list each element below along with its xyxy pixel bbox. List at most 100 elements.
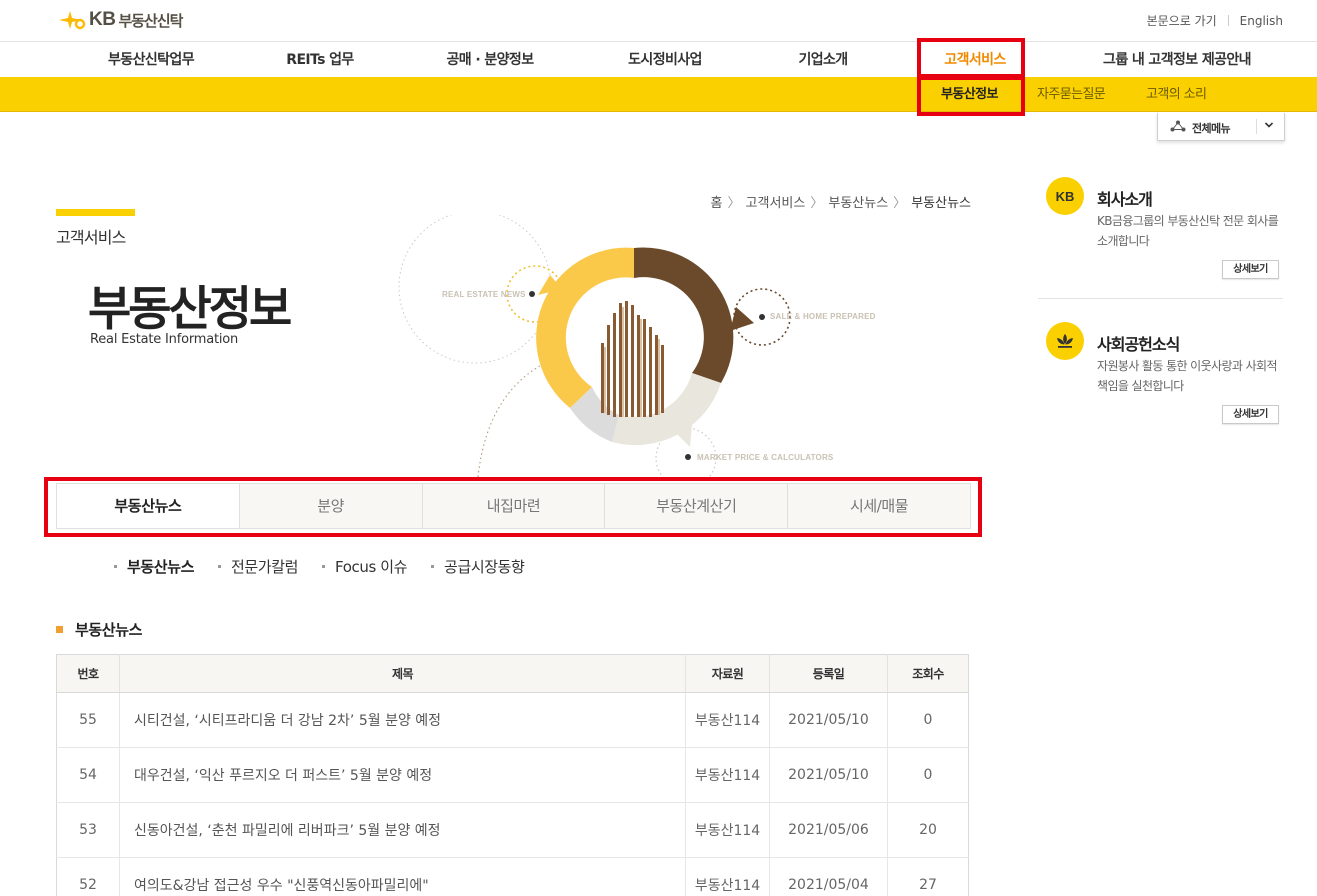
- subtab-focus-issue[interactable]: Focus 이슈: [322, 556, 407, 577]
- utility-links: 본문으로 가기 English: [1147, 12, 1283, 29]
- gnb-item-trust[interactable]: 부동산신탁업무: [108, 43, 195, 77]
- col-header-source: 자료원: [685, 654, 770, 693]
- square-bullet-icon: [56, 626, 63, 633]
- cell-views: 20: [887, 802, 969, 858]
- chevron-down-icon: [1264, 122, 1274, 128]
- all-menu-button[interactable]: 전체메뉴: [1157, 113, 1285, 141]
- cell-date: 2021/05/06: [769, 802, 888, 858]
- hero-illustration: REAL ESTATE NEWS SALE & HOME PREPARED MA…: [390, 210, 890, 489]
- subtab-label: 공급시장동향: [444, 558, 525, 576]
- subnav-item-faq[interactable]: 자주묻는질문: [1037, 77, 1106, 112]
- table-row: 53 신동아건설, ‘춘천 파밀리에 리버파크’ 5월 분양 예정 부동산114…: [56, 802, 969, 858]
- tab-presale[interactable]: 분양: [238, 484, 422, 528]
- subtab-expert-column[interactable]: 전문가칼럼: [218, 556, 298, 577]
- kb-logo[interactable]: KB 부동산신탁: [56, 9, 183, 31]
- kb-badge-text: KB: [1055, 188, 1075, 204]
- gnb-item-reits[interactable]: REITs 업무: [286, 43, 354, 77]
- gnb-item-customer-service[interactable]: 고객서비스: [944, 43, 1006, 77]
- bullet-icon: [322, 565, 326, 568]
- cell-subject-link[interactable]: 여의도&강남 접근성 우수 "신풍역신동아파밀리에": [119, 857, 686, 896]
- skip-to-content-link[interactable]: 본문으로 가기: [1147, 12, 1217, 29]
- building-ring-illustration: [398, 210, 791, 489]
- breadcrumb-separator-icon: 〉: [893, 196, 907, 211]
- visual-label-news: REAL ESTATE NEWS: [442, 290, 526, 299]
- content-tabs: 부동산뉴스 분양 내집마련 부동산계산기 시세/매물: [56, 483, 971, 529]
- tab-market-price[interactable]: 시세/매물: [787, 484, 970, 528]
- gnb-item-auction[interactable]: 공매 · 분양정보: [447, 43, 535, 77]
- logo-kb-text: KB: [89, 9, 116, 30]
- cell-views: 0: [887, 747, 969, 803]
- all-menu-divider: [1256, 119, 1257, 134]
- sub-nav: 부동산정보 자주묻는질문 고객의 소리: [0, 77, 1317, 112]
- table-row: 52 여의도&강남 접근성 우수 "신풍역신동아파밀리에" 부동산114 202…: [56, 857, 969, 896]
- cell-source: 부동산114: [685, 692, 770, 748]
- cell-number: 53: [56, 802, 120, 858]
- bullet-icon: [114, 565, 117, 568]
- kb-star-icon: [59, 11, 86, 30]
- gnb-item-urban[interactable]: 도시정비사업: [628, 43, 702, 77]
- tab-realestate-news[interactable]: 부동산뉴스: [57, 484, 239, 528]
- top-header: KB 부동산신탁 본문으로 가기 English: [0, 0, 1317, 42]
- col-header-subject: 제목: [119, 654, 686, 693]
- side-divider: [1038, 298, 1283, 299]
- col-header-date: 등록일: [769, 654, 888, 693]
- sub-tabs: 부동산뉴스 전문가칼럼 Focus 이슈 공급시장동향: [114, 556, 548, 577]
- subtab-label: Focus 이슈: [335, 558, 408, 576]
- bullet-icon: [431, 565, 435, 568]
- gnb-item-group-info[interactable]: 그룹 내 고객정보 제공안내: [1103, 43, 1252, 77]
- cell-subject-link[interactable]: 대우건설, ‘익산 푸르지오 더 퍼스트’ 5월 분양 예정: [119, 747, 686, 803]
- list-heading: 부동산뉴스: [56, 619, 142, 640]
- col-header-views: 조회수: [887, 654, 969, 693]
- section-label: 고객서비스: [56, 228, 126, 247]
- lotus-icon: [1046, 322, 1084, 360]
- tab-calculator[interactable]: 부동산계산기: [604, 484, 787, 528]
- table-row: 55 시티건설, ‘시티프라디움 더 강남 2차’ 5월 분양 예정 부동산11…: [56, 692, 969, 748]
- network-icon: [1170, 120, 1186, 132]
- side-desc-company: KB금융그룹의 부동산신탁 전문 회사를 소개합니다: [1097, 214, 1279, 248]
- global-nav: 부동산신탁업무 REITs 업무 공매 · 분양정보 도시정비사업 기업소개 고…: [0, 43, 1317, 77]
- subtab-label: 전문가칼럼: [231, 558, 299, 576]
- breadcrumb-customer-service[interactable]: 고객서비스: [746, 196, 806, 211]
- breadcrumb: 홈 〉 고객서비스 〉 부동산뉴스 〉 부동산뉴스: [711, 192, 971, 211]
- cell-views: 0: [887, 692, 969, 748]
- gnb-item-company[interactable]: 기업소개: [798, 43, 848, 77]
- tab-home-buying[interactable]: 내집마련: [421, 484, 605, 528]
- page-subtitle: Real Estate Information: [90, 332, 239, 347]
- social-detail-button[interactable]: 상세보기: [1222, 405, 1279, 424]
- english-link[interactable]: English: [1240, 14, 1283, 28]
- breadcrumb-separator-icon: 〉: [810, 196, 824, 211]
- subtab-news[interactable]: 부동산뉴스: [114, 556, 194, 577]
- cell-source: 부동산114: [685, 857, 770, 896]
- cell-source: 부동산114: [685, 747, 770, 803]
- visual-label-sale: SALE & HOME PREPARED: [770, 312, 876, 321]
- breadcrumb-separator-icon: 〉: [727, 196, 741, 211]
- cell-views: 27: [887, 857, 969, 896]
- lotus-glyph: [1057, 334, 1073, 348]
- bullet-icon: [218, 565, 222, 568]
- news-table: 번호 제목 자료원 등록일 조회수 55 시티건설, ‘시티프라디움 더 강남 …: [56, 654, 969, 896]
- title-accent-bar: [56, 209, 135, 216]
- side-title-social: 사회공헌소식: [1097, 335, 1180, 354]
- cell-number: 52: [56, 857, 120, 896]
- cell-number: 54: [56, 747, 120, 803]
- cell-date: 2021/05/10: [769, 747, 888, 803]
- cell-subject-link[interactable]: 신동아건설, ‘춘천 파밀리에 리버파크’ 5월 분양 예정: [119, 802, 686, 858]
- company-detail-button[interactable]: 상세보기: [1222, 260, 1279, 279]
- visual-label-market: MARKET PRICE & CALCULATORS: [697, 453, 834, 462]
- cell-number: 55: [56, 692, 120, 748]
- subnav-item-voice[interactable]: 고객의 소리: [1146, 77, 1207, 112]
- subtab-supply-trend[interactable]: 공급시장동향: [431, 556, 525, 577]
- breadcrumb-home[interactable]: 홈: [711, 196, 723, 211]
- table-header-row: 번호 제목 자료원 등록일 조회수: [56, 654, 969, 693]
- list-title: 부동산뉴스: [75, 621, 143, 639]
- side-company-intro: KB 회사소개 KB금융그룹의 부동산신탁 전문 회사를 소개합니다 상세보기: [1046, 177, 1282, 287]
- subtab-label: 부동산뉴스: [127, 558, 195, 576]
- subnav-item-realestate-info[interactable]: 부동산정보: [941, 77, 998, 112]
- breadcrumb-news[interactable]: 부동산뉴스: [828, 196, 888, 211]
- building-bars: [601, 301, 664, 417]
- col-header-number: 번호: [56, 654, 120, 693]
- table-row: 54 대우건설, ‘익산 푸르지오 더 퍼스트’ 5월 분양 예정 부동산114…: [56, 747, 969, 803]
- page-title: 부동산정보: [88, 282, 292, 337]
- cell-subject-link[interactable]: 시티건설, ‘시티프라디움 더 강남 2차’ 5월 분양 예정: [119, 692, 686, 748]
- cell-date: 2021/05/10: [769, 692, 888, 748]
